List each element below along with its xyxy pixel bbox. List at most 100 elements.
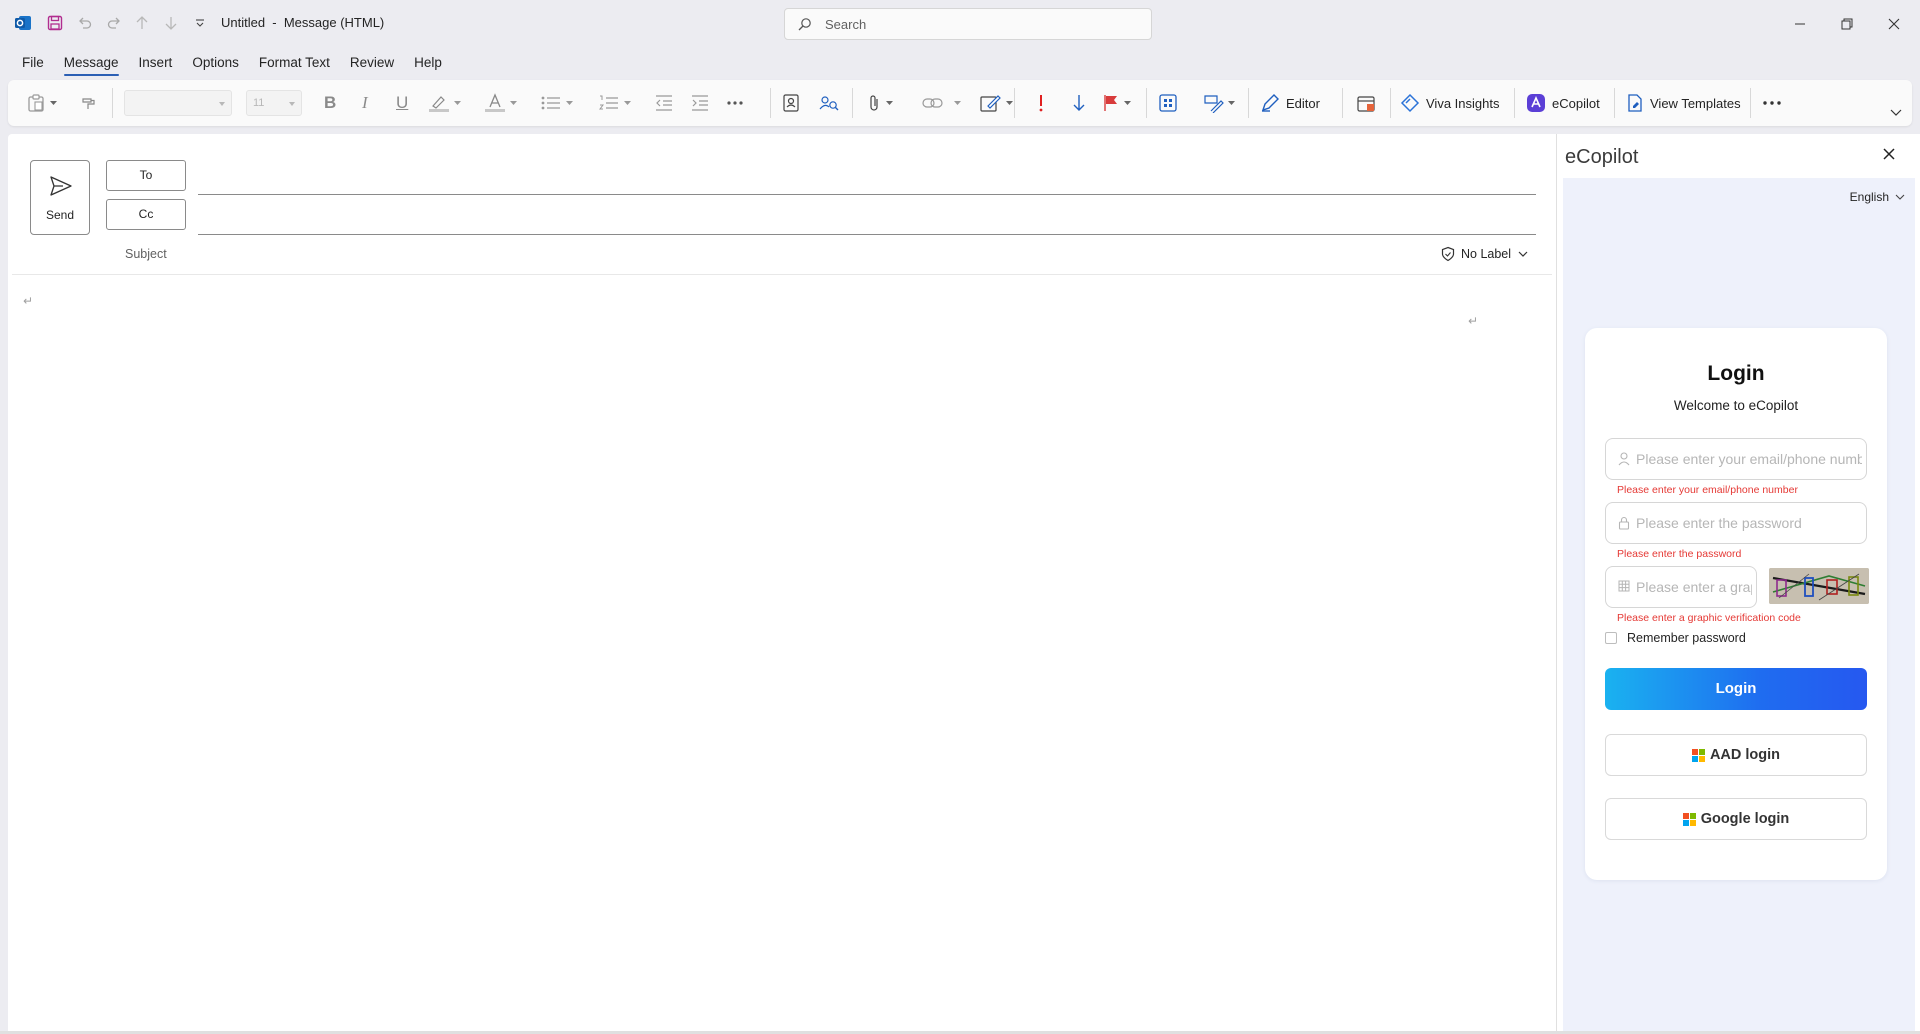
lock-icon — [1618, 516, 1630, 530]
address-book-icon[interactable] — [782, 90, 800, 116]
cc-button[interactable]: Cc — [106, 199, 186, 230]
increase-indent-icon[interactable] — [690, 90, 710, 116]
language-select[interactable]: English — [1850, 190, 1905, 204]
collapse-ribbon-icon[interactable] — [1890, 100, 1902, 126]
more-icon — [1763, 101, 1781, 105]
aad-login-button[interactable]: AAD login — [1605, 734, 1867, 776]
verification-code-input[interactable] — [1636, 567, 1752, 607]
ribbon: 11 B I U Editor Viva Insights eCopilot V… — [8, 80, 1912, 126]
ecopilot-pane: eCopilot English Login Welcome to eCopil… — [1556, 134, 1920, 1032]
font-name-select[interactable] — [124, 90, 232, 116]
close-window-button[interactable] — [1880, 10, 1908, 38]
follow-up-flag-icon[interactable] — [1102, 90, 1131, 116]
apps-icon[interactable] — [1158, 90, 1178, 116]
cc-field[interactable] — [198, 234, 1536, 235]
font-size-select[interactable]: 11 — [246, 90, 302, 116]
link-icon[interactable] — [922, 90, 961, 116]
dictate-icon[interactable] — [1202, 90, 1235, 116]
templates-icon — [1628, 94, 1642, 112]
window-title: Untitled - Message (HTML) — [221, 15, 385, 30]
password-input[interactable] — [1636, 503, 1862, 543]
editor-button[interactable]: Editor — [1260, 90, 1320, 116]
title-bar: Untitled - Message (HTML) Search — [0, 0, 1920, 48]
arrow-up-icon[interactable] — [131, 12, 153, 34]
compose-area: Send To Cc Subject No Label ↵ ↵ — [8, 134, 1556, 1032]
arrow-down-icon[interactable] — [160, 12, 182, 34]
view-templates-button[interactable]: View Templates — [1626, 90, 1741, 116]
divider — [12, 274, 1552, 275]
paste-button[interactable] — [26, 90, 57, 116]
login-card: Login Welcome to eCopilot Please enter y… — [1585, 328, 1887, 880]
microsoft-logo-icon — [1691, 748, 1705, 762]
more-formatting-icon[interactable] — [726, 90, 744, 116]
remember-checkbox[interactable] — [1605, 632, 1617, 644]
viva-insights-icon — [1400, 93, 1420, 113]
save-icon[interactable] — [44, 12, 66, 34]
verification-code-error: Please enter a graphic verification code — [1617, 612, 1801, 624]
undo-icon[interactable] — [74, 12, 96, 34]
microsoft-logo-icon — [1682, 812, 1696, 826]
tab-file[interactable]: File — [22, 52, 44, 76]
search-icon — [797, 17, 812, 32]
tab-insert[interactable]: Insert — [139, 52, 173, 76]
font-color-icon[interactable] — [484, 90, 517, 116]
bullets-icon[interactable] — [540, 90, 573, 116]
decrease-indent-icon[interactable] — [654, 90, 674, 116]
search-box[interactable]: Search — [784, 8, 1152, 40]
login-button[interactable]: Login — [1605, 668, 1867, 710]
subject-label[interactable]: Subject — [125, 247, 167, 261]
ecopilot-icon — [1527, 94, 1545, 112]
email-field[interactable] — [1605, 438, 1867, 480]
tab-format-text[interactable]: Format Text — [259, 52, 330, 76]
minimize-button[interactable] — [1786, 10, 1814, 38]
tab-review[interactable]: Review — [350, 52, 394, 76]
remember-password[interactable]: Remember password — [1605, 631, 1746, 645]
check-names-icon[interactable] — [818, 90, 840, 116]
clipboard-icon — [28, 94, 44, 112]
sensitivity-label-button[interactable]: No Label — [1440, 246, 1528, 262]
to-field[interactable] — [198, 194, 1536, 195]
send-icon — [49, 175, 73, 197]
pane-content: English Login Welcome to eCopilot Please… — [1563, 178, 1915, 1032]
highlight-icon[interactable] — [428, 90, 461, 116]
login-title: Login — [1707, 362, 1765, 385]
italic-icon[interactable]: I — [362, 90, 368, 116]
format-painter-icon[interactable] — [80, 90, 98, 116]
more-options-button[interactable] — [1762, 90, 1782, 116]
restore-button[interactable] — [1833, 10, 1861, 38]
schedule-icon[interactable] — [1356, 90, 1376, 116]
numbering-icon[interactable] — [598, 90, 631, 116]
google-login-button[interactable]: Google login — [1605, 798, 1867, 840]
attach-file-icon[interactable] — [866, 90, 893, 116]
low-importance-icon[interactable] — [1072, 90, 1086, 116]
editor-icon — [1261, 94, 1279, 112]
close-pane-icon[interactable] — [1883, 148, 1895, 160]
signature-icon[interactable] — [980, 90, 1013, 116]
welcome-text: Welcome to eCopilot — [1673, 398, 1799, 413]
email-error: Please enter your email/phone number — [1617, 484, 1798, 496]
grid-icon — [1618, 580, 1630, 592]
ecopilot-button[interactable]: eCopilot — [1526, 90, 1600, 116]
outlook-app-icon — [12, 12, 34, 34]
captcha-image[interactable] — [1769, 568, 1869, 604]
send-button[interactable]: Send — [30, 160, 90, 235]
tab-options[interactable]: Options — [192, 52, 239, 76]
redo-icon[interactable] — [103, 12, 125, 34]
viva-insights-button[interactable]: Viva Insights — [1400, 90, 1499, 116]
high-importance-icon[interactable] — [1038, 90, 1044, 116]
ribbon-tabs: File Message Insert Options Format Text … — [12, 52, 452, 76]
to-button[interactable]: To — [106, 160, 186, 191]
bold-icon[interactable]: B — [324, 90, 336, 116]
email-input[interactable] — [1636, 439, 1862, 479]
pane-title: eCopilot — [1565, 146, 1639, 168]
message-body[interactable] — [12, 276, 1552, 1026]
search-placeholder: Search — [825, 17, 867, 32]
chevron-down-icon — [1895, 194, 1905, 200]
tab-message[interactable]: Message — [63, 52, 119, 76]
verification-code-field[interactable] — [1605, 566, 1757, 608]
tab-help[interactable]: Help — [414, 52, 442, 76]
customize-toolbar-icon[interactable] — [189, 12, 211, 34]
password-field[interactable] — [1605, 502, 1867, 544]
user-icon — [1618, 452, 1630, 466]
underline-icon[interactable]: U — [396, 90, 408, 116]
